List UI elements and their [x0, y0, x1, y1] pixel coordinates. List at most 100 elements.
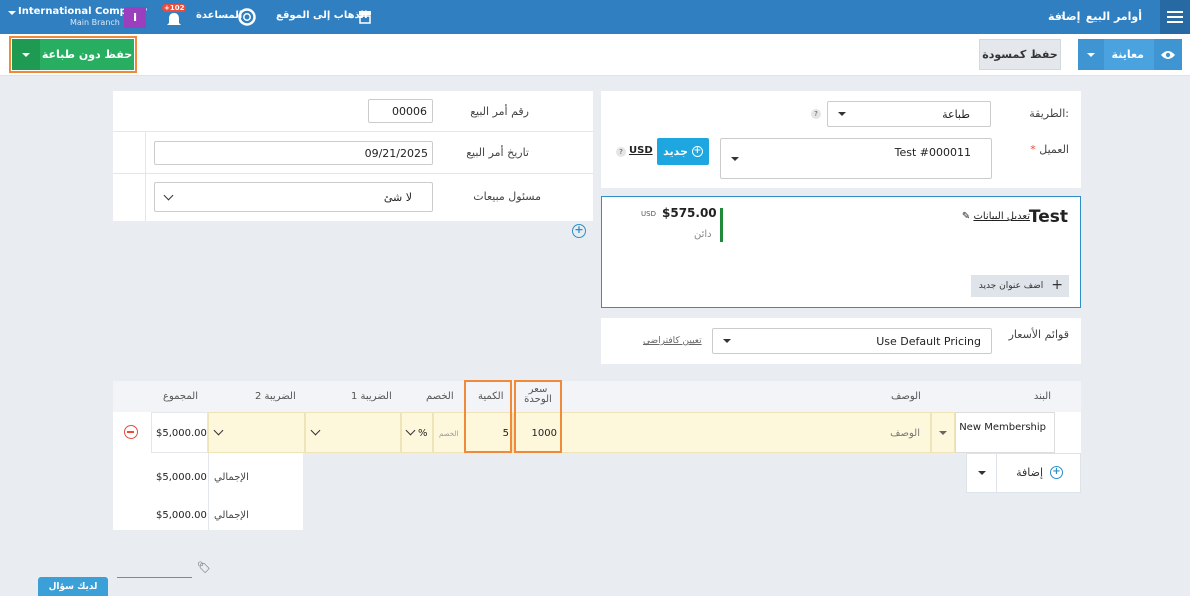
order-number-value: 00006	[392, 104, 427, 118]
breadcrumb-current: إضافة	[1048, 10, 1081, 23]
go-to-site-link[interactable]: الذهاب إلى الموقع	[276, 8, 372, 26]
tax1-select[interactable]	[305, 412, 401, 453]
client-label: العميل	[1039, 143, 1069, 156]
item-select[interactable]: New Membership	[955, 412, 1055, 453]
save-draft-label: حفظ كمسودة	[982, 48, 1058, 61]
set-default-link[interactable]: تعيين كافتراضي	[643, 336, 702, 346]
breadcrumb-parent[interactable]: أوامر البيع	[1086, 10, 1142, 23]
method-label: الطريقة:	[1029, 107, 1069, 120]
menu-icon	[1167, 11, 1183, 23]
plus-icon: +	[1051, 277, 1063, 293]
item-value: New Membership	[959, 422, 1046, 433]
header-discount: الخصم	[426, 391, 454, 402]
notifications-button[interactable]: +102	[162, 4, 187, 30]
add-address-button[interactable]: + اضف عنوان جديد	[971, 275, 1069, 297]
client-section: الطريقة: طباعة ? * العميل Test #000011 ج…	[601, 91, 1081, 188]
help-link[interactable]: المساعدة	[196, 8, 258, 26]
row-total-cell: $5,000.00	[151, 412, 208, 453]
new-client-label: جديد	[663, 145, 688, 158]
discount-type-value: %	[418, 428, 428, 439]
client-card-name: Test	[1028, 207, 1068, 227]
balance-status: دائن	[694, 229, 712, 240]
avatar[interactable]: I	[124, 7, 146, 28]
chevron-down-icon	[731, 157, 739, 161]
add-field-button[interactable]: +	[572, 224, 586, 238]
method-value: طباعة	[942, 107, 970, 121]
company-switcher[interactable]: International Company Main Branch	[6, 6, 147, 28]
minus-icon	[127, 431, 134, 433]
discount-type-select[interactable]: %	[401, 412, 433, 453]
plus-circle-icon: +	[1050, 466, 1063, 479]
method-help-icon[interactable]: ?	[811, 109, 821, 119]
discount-input[interactable]: الخصم	[433, 412, 465, 453]
header-tax1: الضريبة 1	[351, 391, 392, 402]
add-address-label: اضف عنوان جديد	[978, 281, 1044, 291]
header-item: البند	[1033, 391, 1051, 402]
highlight-save-button	[9, 36, 137, 73]
subtotal-value: $5,000.00	[156, 472, 207, 483]
preview-button[interactable]: معاينة	[1078, 39, 1182, 70]
pencil-icon: ✎	[961, 211, 971, 222]
currency-link[interactable]: USD	[629, 145, 653, 156]
method-select[interactable]: طباعة	[827, 101, 991, 127]
chevron-down-icon	[977, 471, 986, 475]
subtotal-label: الإجمالي	[214, 472, 249, 483]
sales-rep-select[interactable]: لا شئ	[154, 182, 433, 212]
price-list-section: قوائم الأسعار Use Default Pricing تعيين …	[601, 318, 1081, 364]
ask-question-button[interactable]: لديك سؤال	[38, 577, 108, 596]
row-total: $5,000.00	[156, 428, 207, 439]
menu-toggle-button[interactable]	[1160, 0, 1190, 34]
tags-field[interactable]: 🏷	[117, 561, 212, 578]
client-value: Test #000011	[894, 146, 971, 159]
go-to-site-label: الذهاب إلى الموقع	[276, 10, 368, 21]
sales-rep-value: لا شئ	[383, 190, 412, 204]
chevron-down-icon	[838, 112, 846, 116]
eye-icon	[1161, 50, 1175, 59]
totals-section: $5,000.00 الإجمالي $5,000.00 الإجمالي	[113, 453, 303, 530]
header-description: الوصف	[891, 391, 921, 402]
client-required-marker: *	[1030, 143, 1036, 156]
preview-options-dropdown[interactable]	[1078, 39, 1104, 70]
save-draft-button[interactable]: حفظ كمسودة	[979, 39, 1061, 70]
grand-total-value: $5,000.00	[156, 510, 207, 521]
chevron-down-icon	[1087, 52, 1095, 57]
item-dropdown-toggle[interactable]	[931, 412, 955, 453]
notifications-badge: +102	[162, 4, 187, 12]
add-row-options-dropdown[interactable]	[967, 454, 997, 492]
order-number-label: رقم أمر البيع	[470, 105, 529, 118]
items-table: البند الوصف سعر الوحدة الكمية الخصم الضر…	[113, 381, 1081, 453]
chevron-down-icon	[405, 425, 416, 436]
balance-amount: $575.00	[662, 206, 717, 220]
order-date-value: 09/21/2025	[364, 146, 428, 160]
chevron-down-icon	[163, 190, 174, 200]
remove-row-button[interactable]	[124, 425, 138, 439]
client-card: Test ✎ تعديل البيانات $575.00 USD دائن +…	[601, 196, 1081, 308]
top-bar: أوامر البيع › إضافة International Compan…	[0, 0, 1190, 34]
edit-client-link[interactable]: ✎ تعديل البيانات	[962, 211, 1030, 222]
avatar-initial: I	[132, 11, 138, 24]
balance-currency: USD	[641, 210, 656, 218]
edit-client-label: تعديل البيانات	[973, 211, 1030, 222]
balance-divider	[720, 208, 723, 242]
header-total: المجموع	[163, 391, 198, 402]
ask-question-label: لديك سؤال	[48, 581, 98, 592]
add-row-button[interactable]: + إضافة	[997, 454, 1081, 492]
currency-help-icon[interactable]: ?	[616, 147, 626, 157]
price-list-value: Use Default Pricing	[876, 334, 981, 348]
order-number-input[interactable]: 00006	[368, 99, 433, 123]
client-select[interactable]: Test #000011	[720, 138, 992, 179]
chevron-down-icon	[310, 425, 321, 436]
order-info-section: رقم أمر البيع 00006 تاريخ أمر البيع 09/2…	[113, 91, 593, 221]
plus-circle-icon: +	[691, 146, 703, 157]
new-client-button[interactable]: جديد +	[657, 138, 709, 165]
grand-total-label: الإجمالي	[214, 510, 249, 521]
chevron-down-icon	[939, 430, 947, 435]
order-date-input[interactable]: 09/21/2025	[154, 141, 433, 165]
bell-icon	[167, 13, 181, 25]
price-list-select[interactable]: Use Default Pricing	[712, 328, 992, 354]
help-label: المساعدة	[196, 10, 243, 21]
action-bar: حفظ دون طباعة حفظ كمسودة معاينة	[0, 34, 1190, 76]
tax2-select[interactable]	[208, 412, 305, 453]
description-input[interactable]: الوصف	[561, 412, 931, 453]
table-row: $5,000.00 % الخصم 5 1000 الوصف New Membe…	[113, 412, 1081, 453]
